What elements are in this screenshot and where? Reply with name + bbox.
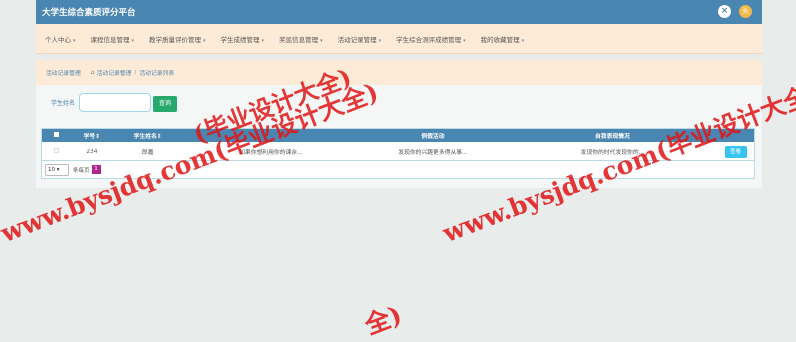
main-menu: 个人中心 ▾ 课程信息管理 ▾ 教学质量评价管理 ▾ 学生成绩管理 ▾ 奖惩信息管理 ▾ …	[36, 24, 762, 54]
table-header: 学号⇕ 学生姓名⇕ 例假活动 自我表现情况	[42, 129, 754, 142]
top-icons: × 头	[718, 5, 752, 18]
chevron-down-icon: ▾	[320, 37, 323, 44]
menu-rewards-punishments[interactable]: 奖惩信息管理 ▾	[279, 34, 323, 44]
row-checkbox[interactable]	[42, 148, 72, 155]
select-all-checkbox[interactable]	[42, 132, 72, 139]
pagination: 10 ▾ 条每页 1	[41, 160, 755, 179]
cell-name: 郎嘉	[141, 150, 154, 156]
chevron-down-icon: ▾	[131, 37, 135, 44]
cell-activity: 发现你的兴趣更多得从事...	[398, 150, 468, 156]
breadcrumb: 活动记录管理 ⌂ 活动记录管理 / 活动记录列表	[36, 60, 762, 85]
student-name-input[interactable]	[79, 93, 152, 112]
breadcrumb-path2: 活动记录列表	[139, 71, 175, 77]
cell-performance: 发现你的时代发现你的...	[580, 150, 645, 156]
menu-course-info[interactable]: 课程信息管理 ▾	[91, 34, 135, 44]
top-bar: 大学生综合素质评分平台 × 头	[36, 0, 762, 24]
user-avatar-icon[interactable]: 头	[739, 5, 752, 18]
menu-teaching-evaluation[interactable]: 教学质量评价管理 ▾	[149, 34, 206, 44]
col-header-performance[interactable]: 自我表现情况	[508, 131, 717, 140]
search-button[interactable]: 查询	[153, 95, 178, 112]
chevron-down-icon: ▾	[261, 37, 265, 44]
home-icon[interactable]: ⌂	[91, 69, 95, 76]
menu-student-scores[interactable]: 学生成绩管理 ▾	[221, 34, 265, 44]
chevron-down-icon: ▾	[521, 37, 525, 44]
page-size-select[interactable]: 10 ▾	[45, 163, 69, 176]
app-title: 大学生综合素质评分平台	[42, 8, 136, 18]
menu-favorites[interactable]: 我的收藏管理 ▾	[481, 34, 525, 44]
activity-table: 学号⇕ 学生姓名⇕ 例假活动 自我表现情况 234 郎嘉 如果你想利用你的课余.…	[41, 128, 755, 162]
chevron-down-icon: ▾	[73, 37, 76, 44]
page-size-label: 条每页	[73, 167, 90, 174]
search-label: 学生姓名	[51, 100, 76, 107]
cell-a: 如果你想利用你的课余...	[239, 150, 303, 156]
row-actions: 查看	[717, 145, 754, 158]
breadcrumb-path1[interactable]: 活动记录管理	[97, 68, 132, 77]
col-header-activity[interactable]: 例假活动	[358, 131, 508, 140]
breadcrumb-section[interactable]: 活动记录管理	[46, 68, 81, 77]
chevron-down-icon: ▾	[463, 37, 466, 44]
close-icon[interactable]: ×	[718, 5, 731, 18]
main-content: 学生姓名 查询 学号⇕ 学生姓名⇕ 例假活动 自我表现情况 234 郎嘉 如果你…	[36, 85, 762, 188]
col-header-name[interactable]: 学生姓名⇕	[112, 131, 184, 140]
chevron-down-icon: ▾	[203, 37, 206, 44]
chevron-down-icon: ▾	[378, 37, 382, 44]
app-container: 大学生综合素质评分平台 × 头 个人中心 ▾ 课程信息管理 ▾ 教学质量评价管理 ▾ …	[36, 0, 762, 188]
table-row: 234 郎嘉 如果你想利用你的课余... 发现你的兴趣更多得从事... 发现你的…	[42, 142, 754, 161]
menu-activity-records[interactable]: 活动记录管理 ▾	[338, 34, 382, 44]
page-button-current[interactable]: 1	[91, 165, 101, 174]
breadcrumb-separator: /	[134, 69, 137, 76]
col-header-id[interactable]: 学号⇕	[72, 131, 112, 140]
watermark-text: 全)	[360, 299, 406, 341]
search-bar: 学生姓名 查询	[36, 85, 762, 115]
menu-comprehensive-scores[interactable]: 学生综合测评成绩管理 ▾	[396, 34, 466, 44]
cell-id: 234	[86, 148, 98, 155]
view-button[interactable]: 查看	[724, 145, 747, 158]
menu-personal-center[interactable]: 个人中心 ▾	[45, 34, 76, 44]
